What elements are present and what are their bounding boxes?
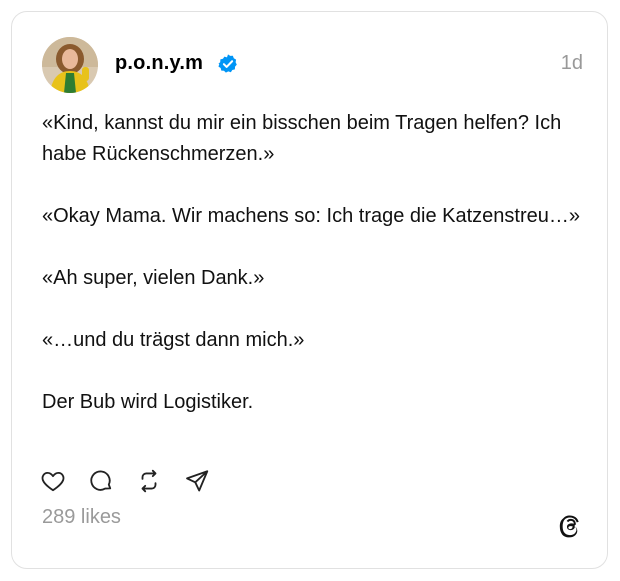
avatar[interactable] — [42, 37, 98, 93]
post-actions — [40, 468, 210, 494]
post-paragraph: Der Bub wird Logistiker. — [42, 391, 254, 413]
post-paragraph: «Okay Mama. Wir machens so: Ich trage di… — [42, 205, 580, 227]
heart-icon[interactable] — [40, 468, 66, 494]
post-card: p.o.n.y.m 1d «Kind, kannst du mir ein bi… — [11, 11, 608, 569]
likes-count[interactable]: 289 likes — [42, 506, 121, 529]
post-paragraph: «Kind, kannst du mir ein bisschen beim T… — [42, 112, 562, 165]
threads-logo-icon[interactable] — [557, 512, 583, 538]
post-text: «Kind, kannst du mir ein bisschen beim T… — [42, 108, 592, 418]
post-paragraph: «Ah super, vielen Dank.» — [42, 267, 265, 289]
repost-icon[interactable] — [136, 468, 162, 494]
verified-badge-icon — [217, 53, 239, 75]
username[interactable]: p.o.n.y.m — [115, 52, 203, 75]
share-icon[interactable] — [184, 468, 210, 494]
comment-icon[interactable] — [88, 468, 114, 494]
post-time: 1d — [560, 52, 583, 74]
post-paragraph: «…und du trägst dann mich.» — [42, 329, 305, 351]
